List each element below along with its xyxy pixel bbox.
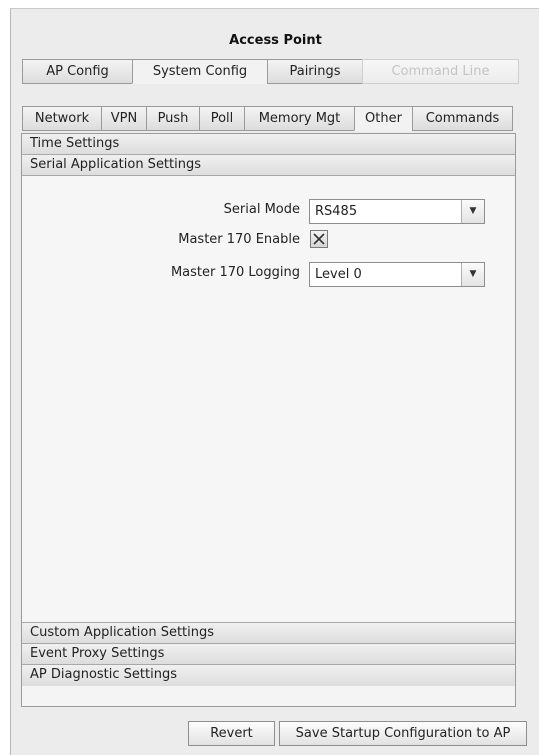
master-logging-select[interactable]: Level 0 ▼ [309, 262, 485, 287]
chevron-down-icon: ▼ [461, 200, 484, 223]
settings-panel: Time Settings Serial Application Setting… [21, 133, 516, 707]
tab-system-config[interactable]: System Config [132, 59, 268, 84]
tab-network[interactable]: Network [22, 106, 102, 131]
tab-command-line[interactable]: Command Line [362, 59, 519, 84]
tab-ap-config[interactable]: AP Config [22, 59, 133, 84]
master-logging-label: Master 170 Logging [170, 265, 300, 280]
serial-mode-row: Serial Mode RS485 ▼ [22, 199, 515, 224]
access-point-window: Access Point AP Config System Config Pai… [10, 8, 539, 755]
master-logging-row: Master 170 Logging Level 0 ▼ [22, 262, 515, 287]
tab-poll[interactable]: Poll [199, 106, 245, 131]
window-title: Access Point [229, 33, 322, 48]
tab-commands[interactable]: Commands [412, 106, 513, 131]
section-custom-application-settings[interactable]: Custom Application Settings [22, 623, 515, 644]
chevron-down-icon: ▼ [461, 263, 484, 286]
top-tab-bar: AP Config System Config Pairings Command… [22, 59, 519, 84]
tab-pairings[interactable]: Pairings [267, 59, 363, 84]
serial-mode-value: RS485 [315, 204, 358, 219]
tab-vpn[interactable]: VPN [101, 106, 147, 131]
tab-push[interactable]: Push [146, 106, 200, 131]
master-enable-checkbox[interactable] [310, 230, 328, 248]
master-enable-row: Master 170 Enable [22, 229, 515, 253]
x-check-icon [313, 233, 325, 245]
serial-settings-panel: Serial Mode RS485 ▼ Master 170 Enable Ma… [22, 176, 515, 623]
sub-tab-bar: Network VPN Push Poll Memory Mgt Other C… [22, 106, 513, 131]
serial-mode-select[interactable]: RS485 ▼ [309, 199, 485, 224]
section-time-settings[interactable]: Time Settings [22, 134, 515, 155]
revert-button[interactable]: Revert [188, 721, 275, 746]
tab-memory-mgt[interactable]: Memory Mgt [244, 106, 355, 131]
save-startup-configuration-button[interactable]: Save Startup Configuration to AP [279, 721, 527, 746]
section-event-proxy-settings[interactable]: Event Proxy Settings [22, 644, 515, 665]
serial-mode-label: Serial Mode [223, 202, 300, 217]
master-logging-value: Level 0 [315, 267, 362, 282]
master-enable-label: Master 170 Enable [178, 232, 300, 247]
section-ap-diagnostic-settings[interactable]: AP Diagnostic Settings [22, 665, 515, 686]
tab-other[interactable]: Other [354, 106, 413, 131]
section-serial-application-settings[interactable]: Serial Application Settings [22, 155, 515, 176]
